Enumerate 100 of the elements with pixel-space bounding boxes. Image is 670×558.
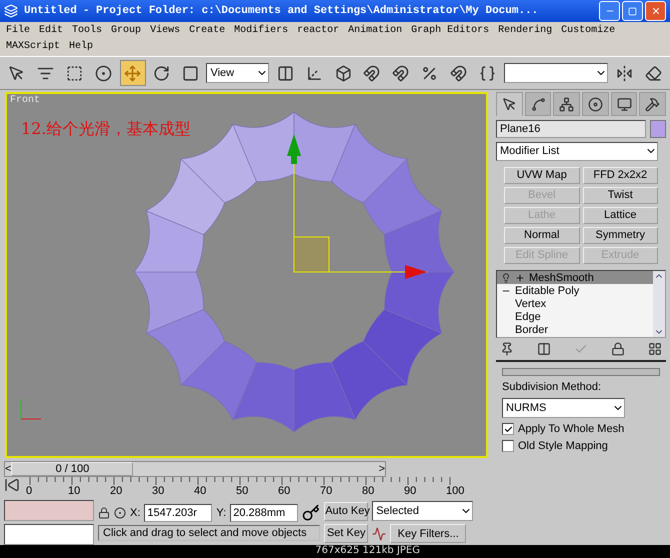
stack-subitem[interactable]: Vertex	[497, 297, 653, 311]
ruler-label: 90	[404, 485, 416, 497]
color-swatch[interactable]	[650, 120, 666, 138]
modifier-button[interactable]: Twist	[582, 186, 658, 204]
subdivision-dropdown[interactable]: NURMS	[502, 398, 625, 418]
object-name-field[interactable]: Plane16	[496, 120, 646, 138]
stack-subitem[interactable]: Border	[497, 324, 653, 337]
minimize-button[interactable]	[599, 1, 620, 21]
ruler-label: 100	[446, 485, 464, 497]
status-prompt: Click and drag to select and move objects	[98, 524, 320, 540]
curve-icon	[530, 96, 546, 112]
pointer-icon	[8, 64, 26, 82]
ruler-label: 80	[362, 485, 374, 497]
panel-tab[interactable]	[639, 92, 666, 116]
track-bar-icon	[4, 477, 20, 493]
time-ruler[interactable]: 0 10 20 30 40 50 60 70 80 90 100	[26, 477, 472, 499]
menu-item[interactable]: Customize	[561, 23, 616, 39]
panel-tab[interactable]	[582, 92, 609, 116]
menu-item[interactable]: Graph Editors	[411, 23, 490, 39]
coord-label: X:	[130, 506, 140, 518]
app-icon	[4, 4, 18, 18]
modifier-button[interactable]: Lattice	[582, 206, 658, 224]
lock-icon	[98, 506, 110, 518]
grid-icon	[648, 342, 662, 356]
stack-subitem[interactable]: Edge	[497, 310, 653, 324]
columns-icon	[537, 342, 551, 356]
checkbox[interactable]	[502, 423, 514, 435]
menu-item[interactable]: reactor	[297, 23, 340, 39]
auto-key-button[interactable]: Auto Key	[324, 502, 368, 520]
key-icon	[302, 504, 320, 522]
ruler-label: 70	[320, 485, 332, 497]
panel-tab[interactable]	[610, 92, 638, 116]
x-coordinate-field[interactable]: 1547.203r	[144, 504, 212, 522]
percent-icon	[421, 64, 438, 82]
previous-frame-button[interactable]: <	[5, 462, 12, 474]
toolbar-dropdown[interactable]: View	[206, 63, 270, 83]
eraser-icon	[644, 64, 662, 82]
braces-icon	[479, 64, 496, 82]
key-filters-button[interactable]: Key Filters...	[390, 524, 466, 543]
maximize-icon	[628, 6, 637, 16]
panel-tab[interactable]	[524, 92, 552, 116]
toolbar-dropdown[interactable]	[504, 63, 608, 83]
checkbox[interactable]	[502, 440, 514, 452]
magnet-icon	[363, 64, 380, 82]
modifier-button[interactable]: Normal	[504, 226, 580, 244]
coord-label: Y:	[216, 506, 226, 518]
ruler-label: 10	[68, 485, 80, 497]
scrollbar[interactable]	[653, 270, 665, 337]
maximize-button[interactable]	[622, 1, 643, 21]
rotate-icon	[153, 64, 170, 82]
window-subtitle: - Project Folder: c:\Documents and Settings\Administrator\My Docum...	[82, 5, 538, 17]
lock-icon	[611, 342, 625, 356]
menu-item[interactable]: Edit	[39, 23, 64, 39]
window-title: Untitled	[24, 5, 77, 17]
menu-item[interactable]: Views	[150, 23, 180, 39]
menu-item[interactable]: MAXScript	[6, 39, 60, 55]
stack-item[interactable]: MeshSmooth	[497, 270, 653, 284]
panel-tab[interactable]	[496, 92, 523, 116]
expand-icon	[515, 272, 525, 283]
disc-icon	[588, 96, 603, 112]
image-caption: 767x625 121kb JPEG	[315, 545, 420, 558]
key-mode-dropdown[interactable]: Selected	[372, 501, 474, 521]
annotation-text: 12.给个光滑，基本成型	[21, 119, 190, 140]
checkbox-label: Old Style Mapping	[518, 440, 608, 452]
curve-icon	[372, 526, 386, 540]
dashed-square-icon	[66, 64, 84, 82]
menu-item[interactable]: Rendering	[498, 23, 552, 39]
modifier-button[interactable]: FFD 2x2x2	[582, 166, 658, 184]
menu-item[interactable]: Animation	[348, 23, 402, 39]
modifier-list-dropdown[interactable]: Modifier List	[496, 142, 658, 161]
listener-field[interactable]	[4, 524, 94, 544]
magnet-icon	[392, 64, 410, 82]
selection-icon	[114, 506, 126, 518]
panel-tab[interactable]	[553, 92, 580, 116]
square-icon	[182, 64, 199, 82]
pin-icon	[500, 342, 514, 356]
modifier-button[interactable]: UVW Map	[504, 166, 580, 184]
menu-item[interactable]: Tools	[72, 23, 102, 39]
axis-icon	[306, 64, 323, 82]
close-button[interactable]	[645, 1, 666, 21]
menu-item[interactable]: Group	[111, 23, 142, 39]
menu-item[interactable]: File	[6, 23, 30, 39]
hierarchy-icon	[559, 96, 574, 112]
menu-item[interactable]: Create	[189, 23, 226, 39]
set-key-button[interactable]: Set Key	[324, 524, 368, 542]
next-frame-button[interactable]: >	[378, 462, 385, 474]
menu-item[interactable]: Modifiers	[234, 23, 288, 39]
time-slider-thumb[interactable]: 0 / 100	[11, 462, 134, 476]
listener-field[interactable]	[4, 500, 94, 520]
move-icon	[124, 64, 142, 82]
menu-item[interactable]: Help	[69, 39, 94, 55]
stack-item[interactable]: Editable Poly	[497, 284, 653, 298]
y-coordinate-field[interactable]: 20.288mm	[230, 504, 298, 522]
circle-dot-icon	[95, 64, 112, 82]
ruler-label: 30	[152, 485, 164, 497]
ruler-label: 20	[110, 485, 122, 497]
ruler-label: 50	[236, 485, 248, 497]
monitor-icon	[616, 96, 632, 112]
modifier-button[interactable]: Symmetry	[582, 226, 658, 244]
magnet-icon	[450, 64, 468, 82]
